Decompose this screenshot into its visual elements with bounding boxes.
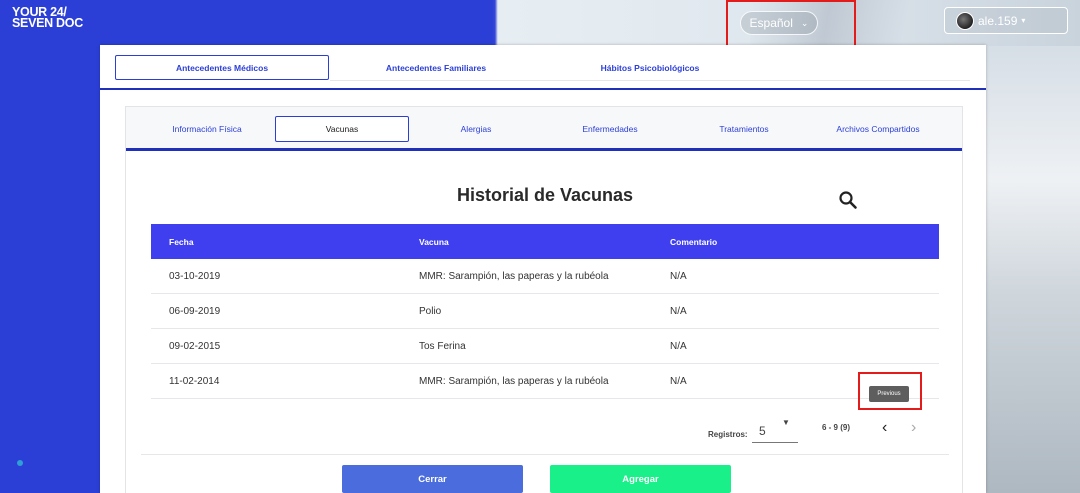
cell-fecha: 11-02-2014 (169, 376, 220, 387)
tab-vacunas[interactable]: Vacunas (275, 116, 409, 142)
tab-alergias[interactable]: Alergias (409, 116, 543, 142)
cell-comentario: N/A (670, 341, 687, 352)
tab-antecedentes-medicos[interactable]: Antecedentes Médicos (115, 55, 329, 80)
page-range: 6 - 9 (9) (822, 423, 851, 432)
pagination: Registros: 5 ▼ 6 - 9 (9) ‹ › (126, 418, 964, 448)
cell-vacuna: Polio (419, 306, 442, 317)
tab-enfermedades[interactable]: Enfermedades (543, 116, 677, 142)
table-row[interactable]: 09-02-2015 Tos Ferina N/A (151, 329, 939, 364)
table-row[interactable]: 11-02-2014 MMR: Sarampión, las paperas y… (151, 364, 939, 399)
tab-informacion-fisica[interactable]: Información Física (140, 116, 274, 142)
records-label: Registros: (708, 430, 748, 439)
cell-vacuna: MMR: Sarampión, las paperas y la rubéola (419, 271, 609, 282)
cell-comentario: N/A (670, 376, 687, 387)
footer-divider (141, 454, 949, 455)
chevron-right-icon[interactable]: › (911, 419, 916, 437)
tabs-divider (330, 80, 970, 81)
chevron-left-icon[interactable]: ‹ (882, 419, 887, 437)
header-bar (100, 0, 1080, 46)
user-menu-button[interactable]: ale.159 ▾ (944, 7, 1068, 34)
sidebar-indicator-dot (17, 460, 23, 466)
avatar (956, 11, 974, 30)
column-header-comentario[interactable]: Comentario (670, 237, 717, 247)
add-button[interactable]: Agregar (550, 465, 731, 493)
tab-antecedentes-familiares[interactable]: Antecedentes Familiares (329, 55, 543, 80)
records-per-page-select[interactable]: 5 ▼ (752, 418, 798, 443)
cell-fecha: 09-02-2015 (169, 341, 221, 352)
vaccines-panel: Información Física Vacunas Alergias Enfe… (125, 106, 963, 493)
tab-habitos-psicobiologicos[interactable]: Hábitos Psicobiológicos (543, 55, 757, 80)
brand-logo[interactable]: YOUR 24/ SEVEN DOC (12, 6, 83, 30)
cell-vacuna: Tos Ferina (419, 341, 466, 352)
main-card: Antecedentes Médicos Antecedentes Famili… (100, 45, 986, 493)
main-tabs: Antecedentes Médicos Antecedentes Famili… (100, 45, 986, 90)
table-header: Fecha Vacuna Comentario (151, 224, 939, 259)
caret-down-icon: ▼ (782, 418, 790, 427)
table-row[interactable]: 03-10-2019 MMR: Sarampión, las paperas y… (151, 259, 939, 294)
cell-comentario: N/A (670, 306, 687, 317)
sub-tabs: Información Física Vacunas Alergias Enfe… (126, 107, 962, 151)
cell-fecha: 03-10-2019 (169, 271, 221, 282)
column-header-fecha[interactable]: Fecha (169, 237, 194, 247)
search-icon[interactable] (838, 190, 858, 210)
table-row[interactable]: 06-09-2019 Polio N/A (151, 294, 939, 329)
sidebar: YOUR 24/ SEVEN DOC (0, 0, 100, 493)
cell-vacuna: MMR: Sarampión, las paperas y la rubéola (419, 376, 609, 387)
close-button[interactable]: Cerrar (342, 465, 523, 493)
cell-fecha: 06-09-2019 (169, 306, 221, 317)
background-photo-side (986, 46, 1080, 493)
cell-comentario: N/A (670, 271, 687, 282)
tab-tratamientos[interactable]: Tratamientos (677, 116, 811, 142)
tab-archivos-compartidos[interactable]: Archivos Compartidos (811, 116, 945, 142)
caret-down-icon: ▾ (1021, 16, 1026, 25)
column-header-vacuna[interactable]: Vacuna (419, 237, 449, 247)
highlight-box-tooltip (858, 372, 922, 410)
